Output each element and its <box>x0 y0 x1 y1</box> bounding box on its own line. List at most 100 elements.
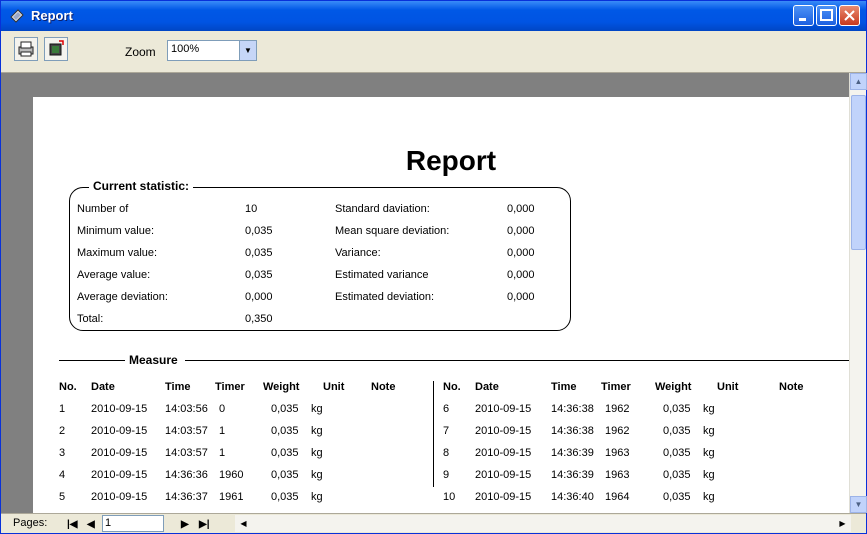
minimize-button[interactable] <box>793 5 814 26</box>
report-app-icon <box>10 9 24 23</box>
horizontal-scrollbar[interactable]: ◀ ▶ <box>235 515 851 532</box>
stat-label: Estimated variance <box>335 269 429 281</box>
scroll-left-icon[interactable]: ◀ <box>235 515 252 532</box>
table-cell: 1964 <box>605 491 630 503</box>
table-cell: 3 <box>59 447 66 459</box>
measure-line-right <box>185 360 849 361</box>
table-cell: 0,035 <box>663 425 691 437</box>
table-cell: 14:36:38 <box>551 425 594 437</box>
vertical-scrollbar[interactable]: ▲ ▼ <box>849 73 867 513</box>
table-cell: 0,035 <box>271 447 299 459</box>
table-cell: 0,035 <box>271 403 299 415</box>
table-cell: 0,035 <box>663 491 691 503</box>
report-title: Report <box>405 145 497 176</box>
table-cell: 1960 <box>219 469 244 481</box>
scroll-thumb[interactable] <box>851 95 866 250</box>
close-button[interactable] <box>839 5 860 26</box>
table-cell: 4 <box>59 469 66 481</box>
table-cell: 14:36:39 <box>551 447 594 459</box>
table-cell: 0,035 <box>271 491 299 503</box>
table-cell: 2010-09-15 <box>475 403 532 415</box>
column-header: Unit <box>717 381 739 393</box>
scroll-up-icon[interactable]: ▲ <box>850 73 867 90</box>
table-cell: 2010-09-15 <box>91 403 148 415</box>
table-cell: 7 <box>443 425 450 437</box>
table-cell: 1962 <box>605 403 630 415</box>
table-cell: 2010-09-15 <box>91 447 148 459</box>
column-header: Timer <box>215 381 245 393</box>
printer-icon <box>18 41 34 57</box>
table-cell: 14:03:57 <box>165 447 208 459</box>
table-cell: kg <box>703 425 715 437</box>
stat-value: 0,000 <box>507 203 535 215</box>
column-header: Time <box>165 381 191 393</box>
column-header: Date <box>91 381 115 393</box>
stat-label: Variance: <box>335 247 381 259</box>
table-cell: 2010-09-15 <box>475 447 532 459</box>
measure-heading: Measure <box>129 353 178 367</box>
table-cell: 5 <box>59 491 66 503</box>
scroll-down-icon[interactable]: ▼ <box>850 496 867 513</box>
column-header: No. <box>443 381 461 393</box>
table-cell: 14:36:36 <box>165 469 208 481</box>
pager-bar: Pages: |◀ ◀ 1 ▶ ▶| ◀ ▶ <box>1 513 866 533</box>
table-cell: 1 <box>59 403 66 415</box>
column-header: Weight <box>263 381 300 393</box>
chevron-down-icon[interactable]: ▼ <box>239 41 256 60</box>
table-cell: 6 <box>443 403 450 415</box>
table-cell: kg <box>703 469 715 481</box>
table-cell: 0 <box>219 403 226 415</box>
table-cell: 2010-09-15 <box>475 425 532 437</box>
table-cell: kg <box>311 491 323 503</box>
table-cell: 0,035 <box>663 403 691 415</box>
scroll-right-icon[interactable]: ▶ <box>834 515 851 532</box>
page-number-value: 1 <box>105 517 112 529</box>
table-cell: 2010-09-15 <box>475 469 532 481</box>
stat-value: 0,035 <box>245 247 273 259</box>
table-cell: 2010-09-15 <box>91 491 148 503</box>
table-cell: 1961 <box>219 491 244 503</box>
zoom-value: 100% <box>171 43 200 55</box>
table-cell: 1 <box>219 425 226 437</box>
column-header: Timer <box>601 381 631 393</box>
next-page-icon[interactable]: ▶ <box>181 517 189 531</box>
report-page: Report Current statistic: Number of 10 Min… <box>33 97 849 513</box>
table-cell: kg <box>311 403 323 415</box>
stat-value: 0,000 <box>507 269 535 281</box>
stat-label: Standard daviation: <box>335 203 430 215</box>
stat-label: Total: <box>77 313 104 325</box>
report-viewport: Report Current statistic: Number of 10 Min… <box>1 73 849 513</box>
table-cell: kg <box>311 447 323 459</box>
table-cell: 2010-09-15 <box>91 425 148 437</box>
zoom-label: Zoom <box>125 45 156 59</box>
table-cell: kg <box>311 469 323 481</box>
statistic-box <box>69 187 571 331</box>
table-cell: 1963 <box>605 447 630 459</box>
title-bar[interactable]: Report <box>1 1 866 31</box>
export-button[interactable] <box>44 37 68 61</box>
table-cell: 8 <box>443 447 450 459</box>
first-page-icon[interactable]: |◀ <box>67 517 78 531</box>
export-icon <box>49 40 64 56</box>
minimize-icon <box>799 18 806 21</box>
table-cell: 1 <box>219 447 226 459</box>
table-cell: 0,035 <box>663 447 691 459</box>
stat-value: 0,000 <box>245 291 273 303</box>
stat-label: Number of <box>77 203 129 215</box>
previous-page-icon[interactable]: ◀ <box>87 517 95 531</box>
zoom-select[interactable]: 100% ▼ <box>167 40 257 61</box>
column-header: Unit <box>323 381 345 393</box>
stat-value: 0,350 <box>245 313 273 325</box>
table-cell: 14:03:57 <box>165 425 208 437</box>
maximize-button[interactable] <box>816 5 837 26</box>
table-cell: 0,035 <box>271 425 299 437</box>
stat-label: Maximum value: <box>77 247 158 259</box>
print-button[interactable] <box>14 37 38 61</box>
last-page-icon[interactable]: ▶| <box>199 517 210 531</box>
page-number-input[interactable]: 1 <box>102 515 164 532</box>
close-icon <box>844 10 855 21</box>
table-cell: 0,035 <box>271 469 299 481</box>
table-cell: kg <box>703 447 715 459</box>
table-cell: 2010-09-15 <box>91 469 148 481</box>
maximize-icon <box>820 9 833 21</box>
